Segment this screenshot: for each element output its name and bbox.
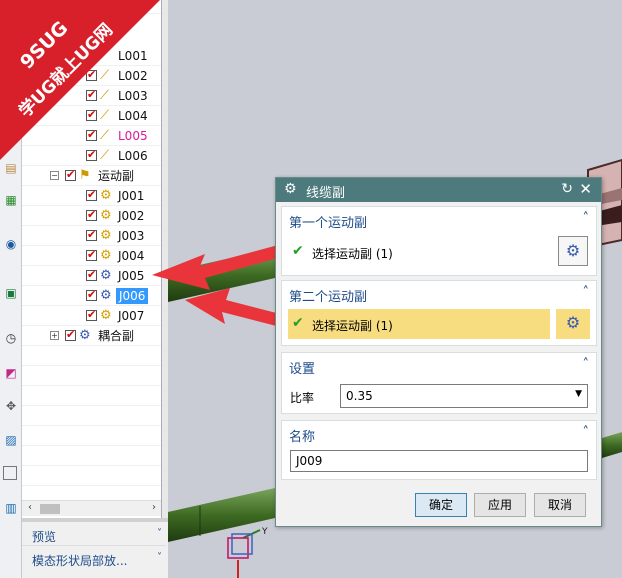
section-name: 名称 ˄ J009 — [281, 420, 597, 480]
cancel-button[interactable]: 取消 — [534, 493, 586, 517]
name-input[interactable]: J009 — [290, 450, 588, 472]
apply-button[interactable]: 应用 — [474, 493, 526, 517]
section-second-joint: 第二个运动副 ˄ ✔ 选择运动副 (1) ⚙ — [281, 280, 597, 346]
select-joint-button[interactable]: ⚙ — [556, 309, 590, 339]
gear-icon: ⚙ — [284, 181, 297, 197]
check-icon: ✔ — [292, 315, 304, 331]
section-settings: 设置 ˄ 比率 0.35 ▼ — [281, 352, 597, 414]
ratio-input[interactable]: 0.35 ▼ — [340, 384, 588, 408]
arrow-to-j005 — [152, 244, 285, 290]
collapse-icon[interactable]: ˄ — [583, 425, 590, 440]
section-first-joint: 第一个运动副 ˄ ✔ 选择运动副 (1) ⚙ — [281, 206, 597, 276]
close-icon[interactable]: ✕ — [579, 180, 592, 198]
dropdown-arrow-icon[interactable]: ▼ — [575, 389, 582, 399]
ok-button[interactable]: 确定 — [415, 493, 467, 517]
dialog-titlebar[interactable]: ⚙ 线缆副 ↻ ✕ — [276, 178, 601, 202]
check-icon: ✔ — [292, 243, 304, 259]
cable-joint-dialog[interactable]: ⚙ 线缆副 ↻ ✕ 第一个运动副 ˄ ✔ 选择运动副 (1) ⚙ 第二个运动副 … — [275, 177, 602, 527]
reset-icon[interactable]: ↻ — [561, 181, 573, 197]
collapse-icon[interactable]: ˄ — [583, 211, 590, 226]
collapse-icon[interactable]: ˄ — [583, 357, 590, 372]
select-joint-button[interactable]: ⚙ — [558, 236, 588, 266]
collapse-icon[interactable]: ˄ — [583, 285, 590, 300]
